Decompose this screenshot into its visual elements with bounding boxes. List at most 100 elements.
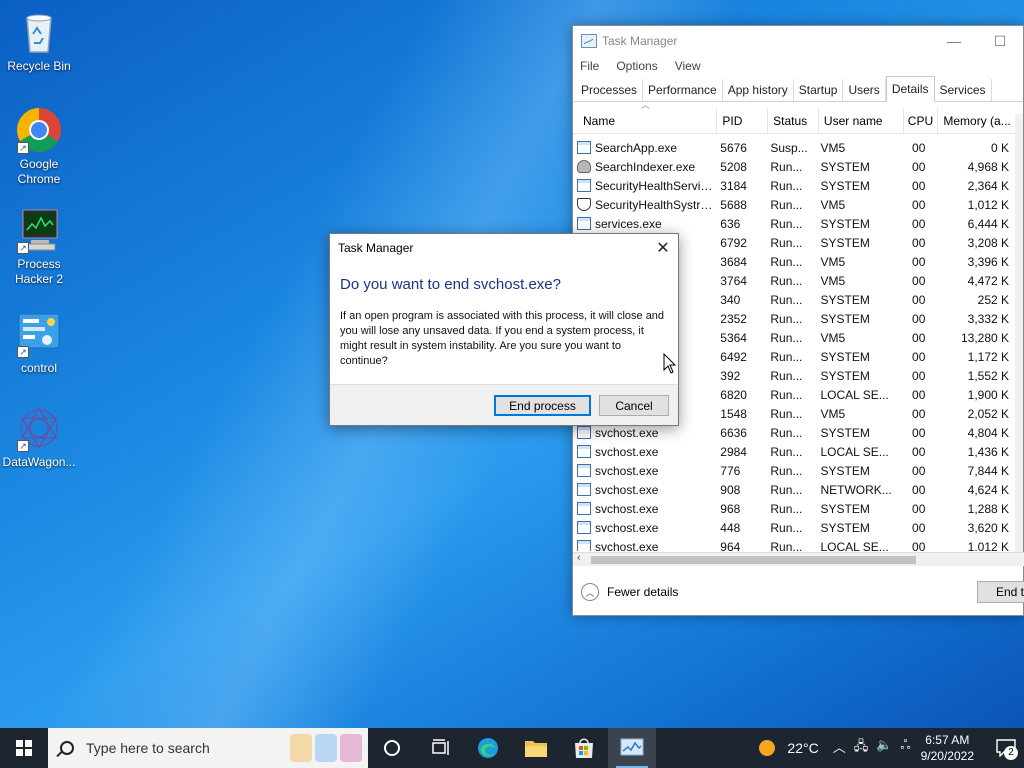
weather-temperature[interactable]: 22°C	[787, 740, 818, 756]
menu-options[interactable]: Options	[615, 59, 663, 73]
table-row[interactable]: SecurityHealthServic... 3184 Run... SYSTEM 0…	[573, 176, 1017, 195]
status-cell: Run...	[770, 539, 803, 552]
status-cell: Run...	[770, 520, 803, 535]
tab-processes[interactable]: Processes	[576, 79, 644, 101]
column-header-pid[interactable]: PID	[717, 108, 769, 133]
taskbar-search-box[interactable]: Type here to search	[48, 728, 368, 768]
task-manager-titlebar[interactable]: Task Manager — ☐	[573, 26, 1023, 56]
column-header-status[interactable]: Status	[768, 108, 819, 133]
end-process-dialog[interactable]: Task Manager ✕ Do you want to end svchos…	[329, 233, 679, 426]
pid-cell: 6792	[720, 235, 747, 250]
window-process-icon	[577, 540, 591, 551]
desktop-icon-recycle-bin[interactable]: Recycle Bin	[0, 8, 78, 74]
desktop-icon-control[interactable]: ↗ control	[0, 310, 78, 376]
cpu-cell: 00	[912, 349, 926, 364]
task-manager-icon	[620, 738, 644, 756]
scroll-left-icon[interactable]: ‹	[577, 552, 581, 564]
taskbar-edge-button[interactable]	[464, 728, 512, 768]
pid-cell: 968	[720, 501, 741, 516]
cancel-button[interactable]: Cancel	[599, 395, 669, 416]
tab-startup[interactable]: Startup	[794, 79, 844, 101]
taskbar-store-button[interactable]	[560, 728, 608, 768]
tab-users[interactable]: Users	[843, 79, 886, 101]
pid-cell: 964	[720, 539, 741, 552]
close-icon[interactable]: ✕	[648, 234, 678, 262]
table-row[interactable]: services.exe 636 Run... SYSTEM 00 6,444 K	[573, 214, 1017, 233]
cortana-button[interactable]	[368, 728, 416, 768]
start-button[interactable]	[0, 728, 48, 768]
memory-cell: 3,208 K	[967, 235, 1010, 250]
taskbar-file-explorer-button[interactable]	[512, 728, 560, 768]
column-header-name[interactable]: Name	[573, 108, 718, 133]
memory-cell: 1,172 K	[967, 349, 1010, 364]
cpu-cell: 00	[912, 235, 926, 250]
table-row[interactable]: svchost.exe 968 Run... SYSTEM 00 1,288 K	[573, 499, 1017, 518]
cpu-cell: 00	[912, 140, 926, 155]
maximize-button[interactable]: ☐	[977, 26, 1023, 56]
taskbar-task-manager-button[interactable]	[608, 728, 656, 768]
taskbar-clock[interactable]: 6:57 AM 9/20/2022	[921, 732, 974, 764]
table-row[interactable]: svchost.exe 776 Run... SYSTEM 00 7,844 K	[573, 461, 1017, 480]
end-task-button[interactable]: End t	[977, 581, 1024, 603]
pid-cell: 392	[720, 368, 741, 383]
process-name: svchost.exe	[595, 425, 659, 440]
dialog-title: Task Manager	[338, 241, 414, 255]
user-process-icon	[577, 160, 591, 173]
task-view-button[interactable]	[416, 728, 464, 768]
fewer-details-link[interactable]: Fewer details	[607, 585, 678, 599]
network-icon[interactable]: 🖧	[854, 737, 869, 759]
cpu-cell: 00	[912, 387, 926, 402]
vertical-scrollbar[interactable]	[1015, 114, 1023, 554]
process-hacker-icon: ↗	[15, 206, 63, 254]
action-center-button[interactable]: 2	[988, 728, 1024, 768]
input-method-icon[interactable]: ஃ	[900, 737, 910, 759]
menu-view[interactable]: View	[674, 59, 707, 73]
process-name-cell: svchost.exe	[573, 480, 715, 499]
cpu-cell: 00	[912, 425, 926, 440]
desktop-icon-google-chrome[interactable]: ↗ Google Chrome	[0, 106, 78, 187]
user-name-cell: SYSTEM	[820, 463, 870, 478]
table-row[interactable]: svchost.exe 908 Run... NETWORK... 00 4,624 K	[573, 480, 1017, 499]
desktop-icon-label: DataWagon...	[2, 455, 76, 469]
menu-file[interactable]: File	[579, 59, 605, 73]
memory-cell: 1,552 K	[967, 368, 1010, 383]
table-row[interactable]: SearchIndexer.exe 5208 Run... SYSTEM 00 4,968…	[573, 157, 1017, 176]
search-placeholder: Type here to search	[86, 740, 210, 756]
table-row[interactable]: SearchApp.exe 5676 Susp... VM5 00 0 K	[573, 138, 1017, 157]
end-process-button[interactable]: End process	[494, 395, 591, 416]
horizontal-scrollbar[interactable]: ‹	[573, 552, 1024, 566]
cpu-cell: 00	[912, 159, 926, 174]
show-hidden-icons-chevron-icon[interactable]: ︿	[833, 737, 846, 759]
process-name-cell: svchost.exe	[573, 442, 715, 461]
volume-icon[interactable]: 🔈	[876, 737, 892, 759]
status-cell: Run...	[770, 216, 803, 231]
recycle-bin-icon	[15, 8, 63, 56]
memory-cell: 4,624 K	[967, 482, 1010, 497]
taskbar: Type here to search 22°C ︿ 🖧 🔈 ஃ 6:57 AM	[0, 728, 1024, 768]
scrollbar-thumb[interactable]	[591, 556, 916, 564]
table-row[interactable]: svchost.exe 448 Run... SYSTEM 00 3,620 K	[573, 518, 1017, 537]
user-name-cell: SYSTEM	[820, 501, 870, 516]
table-row[interactable]: svchost.exe 2984 Run... LOCAL SE... 00 1,436 …	[573, 442, 1017, 461]
table-row[interactable]: SecurityHealthSystra... 5688 Run... VM5 00 1,…	[573, 195, 1017, 214]
tab-services[interactable]: Services	[935, 79, 992, 101]
weather-sun-icon[interactable]	[759, 740, 776, 756]
user-name-cell: SYSTEM	[820, 311, 870, 326]
column-header-memory[interactable]: Memory (a...	[938, 108, 1023, 133]
tab-app-history[interactable]: App history	[723, 79, 794, 101]
minimize-button[interactable]: —	[931, 26, 977, 56]
status-cell: Run...	[770, 178, 803, 193]
memory-cell: 1,288 K	[967, 501, 1010, 516]
column-header-cpu[interactable]: CPU	[904, 108, 939, 133]
desktop-icon-datawagon[interactable]: ↗ DataWagon...	[0, 404, 78, 470]
chevron-up-icon[interactable]: ︿	[581, 583, 599, 601]
desktop-icon-process-hacker[interactable]: ↗ Process Hacker 2	[0, 206, 78, 287]
tab-performance[interactable]: Performance	[643, 79, 723, 101]
tab-details[interactable]: Details	[885, 76, 935, 102]
status-cell: Run...	[770, 444, 803, 459]
column-header-user-name[interactable]: User name	[819, 108, 904, 133]
memory-cell: 1,012 K	[967, 539, 1010, 552]
table-row[interactable]: svchost.exe 964 Run... LOCAL SE... 00 1,012 K	[573, 537, 1017, 551]
window-title: Task Manager	[602, 34, 678, 48]
process-name-cell: SearchIndexer.exe	[573, 157, 715, 176]
